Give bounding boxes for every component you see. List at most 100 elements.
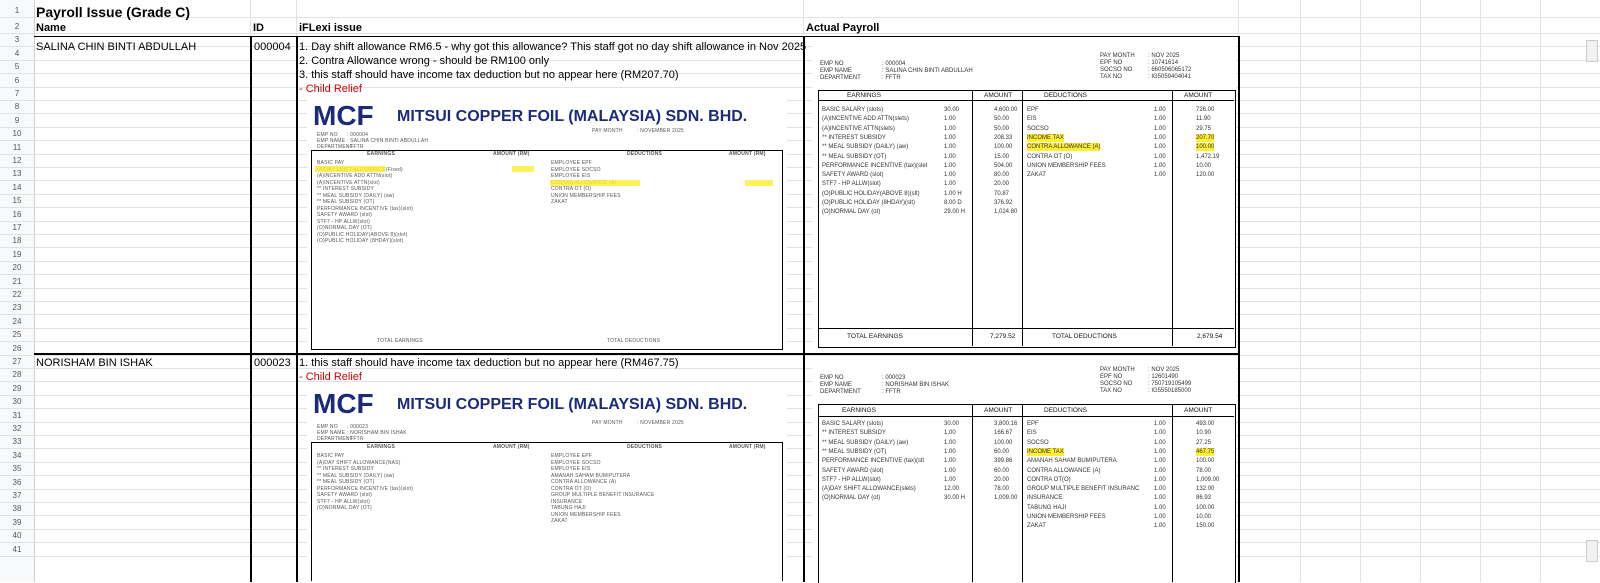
row-number[interactable]: 33 — [0, 435, 34, 449]
row-number[interactable]: 13 — [0, 167, 34, 181]
sheet-title[interactable]: Payroll Issue (Grade C) — [36, 4, 190, 20]
row-number[interactable]: 25 — [0, 328, 34, 342]
actual-deduction-qty: 1.00 — [1154, 116, 1166, 123]
actual-deduction-amount: 78.00 — [1196, 467, 1212, 474]
row-number[interactable]: 7 — [0, 87, 34, 101]
actual-deduction-label: ZAKAT — [1027, 523, 1046, 530]
iflexi-deduction-item: CONTRA ALLOWANCE (A) — [551, 479, 617, 485]
record-2-id[interactable]: 000023 — [254, 356, 291, 370]
row-number[interactable]: 3 — [0, 33, 34, 47]
actual-deduction-label: EIS — [1027, 116, 1037, 123]
row-number[interactable]: 16 — [0, 208, 34, 222]
record-2-name[interactable]: NORISHAM BIN ISHAK — [36, 356, 153, 370]
record-1-iflexi-payslip-image[interactable]: MCF MITSUI COPPER FOIL (MALAYSIA) SDN. B… — [307, 98, 787, 350]
row-number[interactable]: 8 — [0, 100, 34, 114]
row-number[interactable]: 1 — [0, 4, 34, 18]
iflexi-earning-item: STF7 - HP ALLW(slot) — [317, 218, 370, 225]
record-1-name[interactable]: SALINA CHIN BINTI ABDULLAH — [36, 40, 196, 54]
iflexi-pay-month-label: PAY MONTH — [592, 420, 623, 426]
record-1-issue-2[interactable]: 2. Contra Allowance wrong - should be RM… — [299, 54, 549, 68]
row-number[interactable]: 40 — [0, 529, 34, 543]
border-left-id — [250, 36, 252, 582]
actual-total-earnings-value: 7,279.52 — [990, 333, 1016, 340]
actual-earning-qty: 30.00 — [944, 107, 960, 113]
iflexi-total-earnings-label: TOTAL EARNINGS — [377, 338, 423, 344]
actual-earning-label: (A)INCENTIVE ADD ATTN(slets) — [822, 116, 909, 123]
row-number[interactable]: 38 — [0, 502, 34, 516]
row-number[interactable]: 11 — [0, 141, 34, 155]
header-actual-payroll[interactable]: Actual Payroll — [806, 21, 879, 35]
scrollbar-bottom[interactable] — [1586, 540, 1598, 562]
row-number[interactable]: 27 — [0, 355, 34, 369]
actual-emp-label: DEPARTMENT — [820, 75, 861, 81]
row-number[interactable]: 2 — [0, 20, 34, 34]
actual-deduction-qty: 1.00 — [1154, 125, 1166, 132]
actual-deduction-amount: 1,472.19 — [1196, 153, 1220, 160]
row-number[interactable]: 29 — [0, 382, 34, 396]
record-1-note[interactable]: - Child Relief — [299, 82, 362, 96]
row-number[interactable]: 12 — [0, 154, 34, 168]
row-number[interactable]: 17 — [0, 221, 34, 235]
row-number[interactable]: 28 — [0, 368, 34, 382]
row-number[interactable]: 5 — [0, 60, 34, 74]
header-id[interactable]: ID — [253, 21, 264, 35]
iflexi-amount-header: AMOUNT (RM) — [493, 444, 530, 450]
row-number[interactable]: 4 — [0, 47, 34, 61]
record-2-issue-1[interactable]: 1. this staff should have income tax ded… — [299, 356, 679, 370]
iflexi-amount-header: AMOUNT (RM) — [493, 151, 530, 157]
actual-earning-amount: 100.00 — [994, 439, 1013, 446]
record-1-issue-3[interactable]: 3. this staff should have income tax ded… — [299, 68, 679, 82]
row-number[interactable]: 23 — [0, 301, 34, 315]
row-number[interactable]: 10 — [0, 127, 34, 141]
row-number[interactable]: 39 — [0, 516, 34, 530]
actual-deduction-label: EPF — [1027, 107, 1039, 113]
actual-deduction-label: TABUNG HAJI — [1027, 504, 1067, 511]
row-number[interactable]: 24 — [0, 315, 34, 329]
actual-earning-amount: 504.00 — [994, 162, 1013, 169]
row-number[interactable]: 9 — [0, 114, 34, 128]
row-number[interactable]: 30 — [0, 395, 34, 409]
record-2-iflexi-payslip-image[interactable]: MCF MITSUI COPPER FOIL (MALAYSIA) SDN. B… — [307, 386, 787, 582]
row-number[interactable]: 21 — [0, 275, 34, 289]
column-gridline — [1360, 0, 1361, 582]
row-number[interactable]: 14 — [0, 181, 34, 195]
actual-deduction-qty: 1.00 — [1154, 421, 1166, 427]
record-1-id[interactable]: 000004 — [254, 40, 291, 54]
row-number[interactable]: 35 — [0, 462, 34, 476]
actual-deduction-qty: 1.00 — [1154, 430, 1166, 437]
row-number[interactable]: 37 — [0, 489, 34, 503]
actual-earning-amount: 50.00 — [994, 125, 1010, 132]
iflexi-earnings-header: EARNINGS — [367, 151, 395, 157]
scrollbar-top[interactable] — [1586, 40, 1598, 62]
actual-earning-label: (A)INCENTIVE ATTN(slets) — [822, 125, 895, 132]
header-issue[interactable]: iFLexi issue — [299, 21, 362, 35]
actual-earning-qty: 1.00 — [944, 153, 956, 160]
iflexi-highlight-contra — [550, 180, 640, 186]
row-number[interactable]: 26 — [0, 342, 34, 356]
record-1-issue-1[interactable]: 1. Day shift allowance RM6.5 - why got t… — [299, 40, 806, 54]
record-2-note[interactable]: - Child Relief — [299, 370, 362, 384]
row-number[interactable]: 31 — [0, 409, 34, 423]
row-number[interactable]: 6 — [0, 74, 34, 88]
actual-earning-amount: 60.00 — [994, 448, 1010, 455]
row-number[interactable]: 19 — [0, 248, 34, 262]
row-number[interactable]: 34 — [0, 449, 34, 463]
border-right-actual — [1238, 36, 1240, 582]
header-name[interactable]: Name — [36, 21, 66, 35]
record-1-actual-payslip-image[interactable]: EMP NO: 000004 EMP NAME: SALINA CHIN BINT… — [812, 42, 1236, 350]
iflexi-earning-item: ** MEAL SUBSIDY (DAILY) (aw) — [317, 472, 395, 479]
row-number[interactable]: 15 — [0, 194, 34, 208]
iflexi-earnings-header: EARNINGS — [367, 444, 395, 450]
actual-amount-header: AMOUNT — [984, 92, 1013, 99]
actual-earning-label: ** MEAL SUBSIDY (OT) — [822, 448, 887, 455]
row-number[interactable]: 20 — [0, 261, 34, 275]
row-number[interactable]: 18 — [0, 234, 34, 248]
row-number[interactable]: 32 — [0, 422, 34, 436]
row-number[interactable]: 36 — [0, 476, 34, 490]
iflexi-earning-item: ** MEAL SUBSIDY (OT) — [317, 199, 375, 205]
row-number[interactable]: 22 — [0, 288, 34, 302]
actual-earning-amount: 100.00 — [994, 144, 1013, 151]
actual-deduction-amount: 1,009.00 — [1196, 476, 1220, 483]
record-2-actual-payslip-image[interactable]: EMP NO: 000023 EMP NAME: NORISHAM BIN ISH… — [812, 362, 1236, 583]
row-number[interactable]: 41 — [0, 543, 34, 557]
